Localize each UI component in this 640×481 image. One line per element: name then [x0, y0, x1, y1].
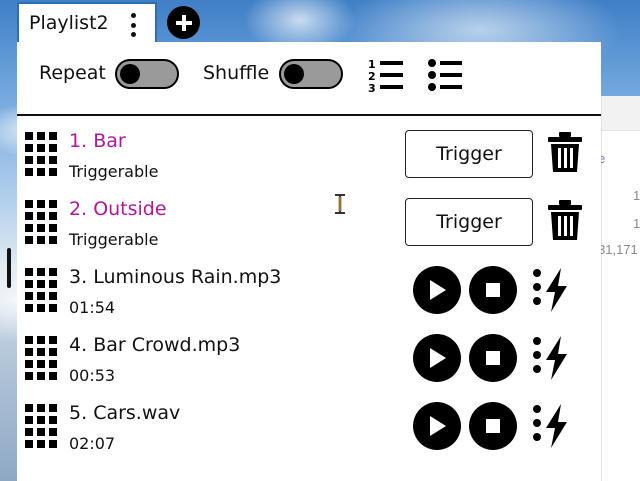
drag-handle-icon[interactable]: [25, 336, 59, 382]
tab-playlist[interactable]: Playlist2: [17, 2, 157, 42]
play-icon: [430, 280, 446, 300]
list-item[interactable]: 1. Bar Triggerable Trigger: [17, 128, 601, 196]
stop-icon: [486, 283, 500, 297]
tab-label: Playlist2: [29, 12, 109, 34]
stop-button[interactable]: [469, 402, 517, 450]
list-item[interactable]: 2. Outside Triggerable Trigger: [17, 196, 601, 264]
text-cursor-icon: [335, 194, 345, 214]
play-button[interactable]: [413, 402, 461, 450]
playlist-panel: Repeat Shuffle 1 2 3 1. Bar Triggerable …: [17, 42, 601, 481]
item-title: 4. Bar Crowd.mp3: [69, 334, 241, 356]
item-title: 1. Bar: [69, 130, 126, 152]
trigger-button[interactable]: Trigger: [405, 198, 533, 246]
repeat-label: Repeat: [39, 62, 106, 84]
list-item[interactable]: 5. Cars.wav 02:07: [17, 400, 601, 468]
stop-button[interactable]: [469, 334, 517, 382]
list-item[interactable]: 4. Bar Crowd.mp3 00:53: [17, 332, 601, 400]
playlist-toolbar: Repeat Shuffle 1 2 3: [17, 42, 601, 116]
item-duration: 01:54: [69, 298, 116, 317]
stop-icon: [486, 351, 500, 365]
item-title: 2. Outside: [69, 198, 167, 220]
background-window-text: 1: [633, 188, 640, 203]
item-duration: 00:53: [69, 366, 116, 385]
shuffle-toggle[interactable]: [279, 59, 343, 89]
repeat-toggle[interactable]: [115, 59, 179, 89]
scrollbar-thumb[interactable]: [7, 248, 11, 288]
trigger-options-icon[interactable]: [531, 402, 571, 450]
trigger-button[interactable]: Trigger: [405, 130, 533, 178]
drag-handle-icon[interactable]: [25, 268, 59, 314]
bulleted-list-icon[interactable]: [427, 58, 465, 92]
background-window-text: 1: [633, 216, 640, 231]
item-subtitle: Triggerable: [69, 162, 159, 181]
toggle-knob: [284, 64, 304, 84]
drag-handle-icon[interactable]: [25, 200, 59, 246]
play-icon: [430, 348, 446, 368]
drag-handle-icon[interactable]: [25, 132, 59, 178]
list-item[interactable]: 3. Luminous Rain.mp3 01:54: [17, 264, 601, 332]
trigger-options-icon[interactable]: [531, 266, 571, 314]
item-title: 5. Cars.wav: [69, 402, 181, 424]
trash-icon[interactable]: [547, 200, 583, 240]
background-window-text: 31,171: [598, 242, 638, 257]
trash-icon[interactable]: [547, 132, 583, 172]
item-subtitle: Triggerable: [69, 230, 159, 249]
play-icon: [430, 416, 446, 436]
svg-text:3: 3: [368, 82, 376, 94]
background-window-toolbar: [602, 96, 640, 131]
item-duration: 02:07: [69, 434, 116, 453]
numbered-list-icon[interactable]: 1 2 3: [367, 56, 407, 94]
trigger-options-icon[interactable]: [531, 334, 571, 382]
shuffle-label: Shuffle: [203, 62, 270, 84]
play-button[interactable]: [413, 266, 461, 314]
plus-icon: [175, 14, 192, 31]
more-vert-icon[interactable]: [129, 13, 137, 37]
item-title: 3. Luminous Rain.mp3: [69, 266, 282, 288]
toggle-knob: [120, 64, 140, 84]
drag-handle-icon[interactable]: [25, 404, 59, 450]
stop-button[interactable]: [469, 266, 517, 314]
stop-icon: [486, 419, 500, 433]
background-window: e 1 1 31,171: [598, 96, 640, 481]
play-button[interactable]: [413, 334, 461, 382]
add-tab-button[interactable]: [167, 6, 200, 39]
